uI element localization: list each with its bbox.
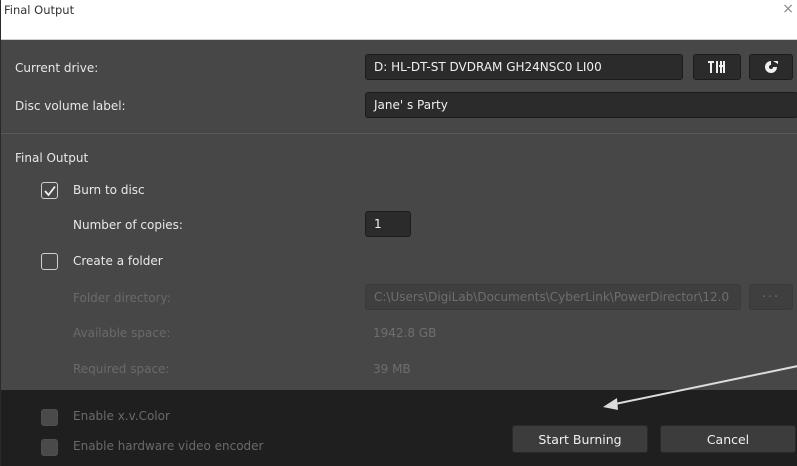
disc-settings-button[interactable] <box>693 54 741 80</box>
volume-label-label: Disc volume label: <box>15 99 126 113</box>
folder-directory-label: Folder directory: <box>73 291 171 305</box>
current-drive-label: Current drive: <box>15 61 99 75</box>
current-drive-select[interactable]: D: HL-DT-ST DVDRAM GH24NSC0 LI00 <box>365 54 683 80</box>
start-burning-button[interactable]: Start Burning <box>512 425 648 453</box>
eject-icon <box>765 61 778 73</box>
section-title: Final Output <box>15 151 89 165</box>
required-space-label: Required space: <box>73 362 170 376</box>
burn-to-disc-label: Burn to disc <box>73 183 145 197</box>
eject-button[interactable] <box>749 54 793 80</box>
hw-encoder-label: Enable hardware video encoder <box>73 439 264 453</box>
xvcolor-label: Enable x.v.Color <box>73 409 170 423</box>
dialog-title: Final Output <box>4 3 75 17</box>
required-space-value: 39 MB <box>373 362 411 376</box>
create-folder-checkbox[interactable] <box>41 253 58 270</box>
final-output-dialog: Final Output × Current drive: D: HL-DT-S… <box>0 0 797 466</box>
cancel-button[interactable]: Cancel <box>660 425 796 453</box>
folder-directory-input[interactable]: C:\Users\DigiLab\Documents\CyberLink\Pow… <box>365 284 741 310</box>
hw-encoder-checkbox[interactable] <box>41 439 58 456</box>
burn-to-disc-checkbox[interactable] <box>41 182 58 199</box>
browse-folder-button[interactable]: ··· <box>749 284 793 310</box>
copies-input[interactable]: 1 <box>365 211 411 237</box>
close-icon[interactable]: × <box>782 1 794 17</box>
title-bar: Final Output × <box>1 0 797 40</box>
available-space-value: 1942.8 GB <box>373 326 437 340</box>
xvcolor-checkbox[interactable] <box>41 409 58 426</box>
disc-settings-icon <box>708 61 725 73</box>
copies-label: Number of copies: <box>73 218 183 232</box>
dialog-footer: Enable x.v.Color Enable hardware video e… <box>1 390 797 466</box>
available-space-label: Available space: <box>73 326 171 340</box>
volume-label-input[interactable]: Jane' s Party <box>365 92 797 118</box>
create-folder-label: Create a folder <box>73 254 163 268</box>
checkmark-icon <box>44 185 56 197</box>
section-divider <box>1 133 797 134</box>
